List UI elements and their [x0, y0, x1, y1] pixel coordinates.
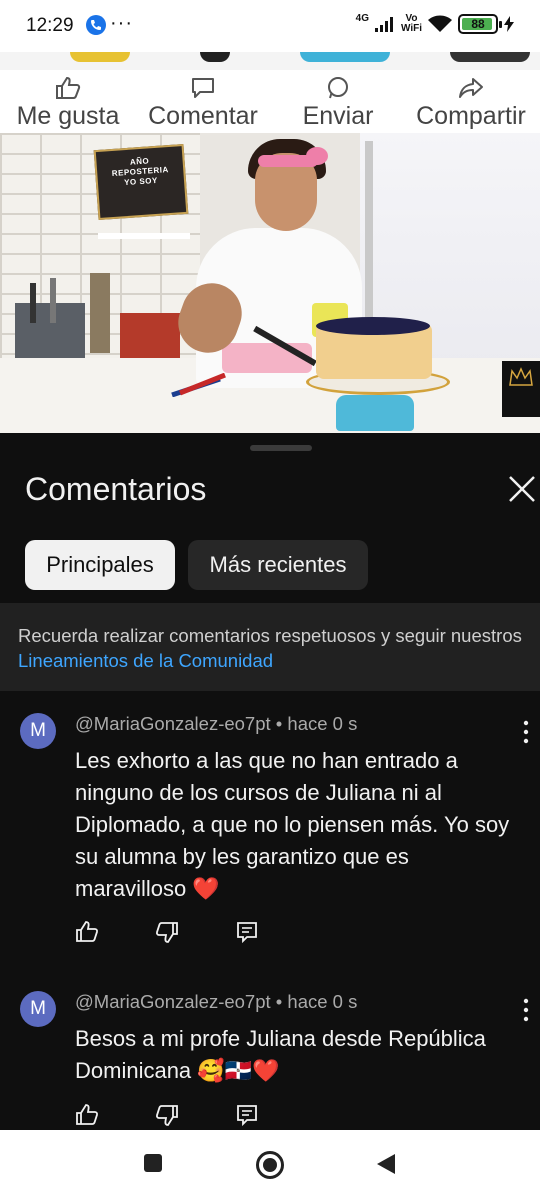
notification-dots: ···: [110, 12, 133, 34]
like-button[interactable]: Me gusta: [14, 76, 122, 131]
comment-text: Les exhorto a las que no han entrado a n…: [75, 748, 510, 901]
recents-square-icon[interactable]: [142, 1152, 164, 1174]
like-icon[interactable]: [75, 1103, 99, 1127]
dislike-icon[interactable]: [155, 1103, 179, 1127]
thumbs-up-icon: [56, 76, 81, 99]
network-type: 4G: [355, 12, 369, 24]
avatar[interactable]: M: [20, 713, 56, 749]
volte-wifi-label: Vo WiFi: [400, 13, 422, 34]
status-bar: 12:29 ··· 4G Vo WiFi 88: [0, 0, 540, 52]
tab-mas-recientes[interactable]: Más recientes: [188, 540, 368, 590]
wifi-icon: [428, 15, 452, 32]
charging-bolt-icon: [504, 16, 514, 32]
battery-icon: 88: [458, 14, 502, 34]
reply-icon[interactable]: [235, 1103, 259, 1127]
like-icon[interactable]: [75, 920, 99, 944]
signal-icon: [374, 17, 393, 32]
community-notice: Recuerda realizar comentarios respetuoso…: [0, 603, 540, 691]
kitchen-tools: [15, 273, 180, 363]
back-triangle-icon[interactable]: [374, 1152, 398, 1176]
close-icon[interactable]: [504, 471, 538, 505]
drag-handle[interactable]: [250, 445, 312, 451]
reply-icon[interactable]: [235, 920, 259, 944]
dislike-icon[interactable]: [155, 920, 179, 944]
video-player[interactable]: AÑO REPOSTERIA YO SOY: [0, 133, 540, 433]
comments-title: Comentarios: [25, 471, 207, 507]
comment-meta: @MariaGonzalez-eo7pt • hace 0 s: [75, 991, 358, 1012]
status-time: 12:29: [26, 15, 74, 36]
comments-sheet: Comentarios Principales Más recientes Re…: [0, 433, 540, 1130]
brand-logo: [502, 361, 540, 417]
send-button[interactable]: Enviar: [300, 76, 376, 131]
comment-item: M @MariaGonzalez-eo7pt • hace 0 s Les ex…: [0, 713, 540, 963]
system-nav-bar: [0, 1130, 540, 1200]
comment-button[interactable]: Comentar: [145, 76, 261, 131]
comment-item: M @MariaGonzalez-eo7pt • hace 0 s Besos …: [0, 991, 540, 1131]
more-options-icon[interactable]: [516, 997, 536, 1023]
comment-text: Besos a mi profe Juliana desde República…: [75, 1026, 486, 1083]
home-circle-icon[interactable]: [255, 1150, 285, 1180]
post-actions-bar: Me gusta Comentar Enviar Compartir: [0, 70, 540, 133]
share-arrow-icon: [459, 78, 483, 98]
more-options-icon[interactable]: [516, 719, 536, 745]
bakery-sign: AÑO REPOSTERIA YO SOY: [93, 143, 189, 221]
community-guidelines-link[interactable]: Lineamientos de la Comunidad: [18, 650, 273, 671]
post-image-partial: [0, 52, 540, 70]
comment-bubble-icon: [192, 78, 214, 98]
comment-actions: [75, 920, 259, 944]
phone-call-icon: [86, 15, 106, 35]
battery-level: 88: [471, 17, 485, 31]
share-button[interactable]: Compartir: [412, 76, 530, 131]
avatar[interactable]: M: [20, 991, 56, 1027]
tab-principales[interactable]: Principales: [25, 540, 175, 590]
comment-meta: @MariaGonzalez-eo7pt • hace 0 s: [75, 713, 358, 734]
comment-actions: [75, 1103, 259, 1127]
whatsapp-icon: [328, 77, 348, 99]
